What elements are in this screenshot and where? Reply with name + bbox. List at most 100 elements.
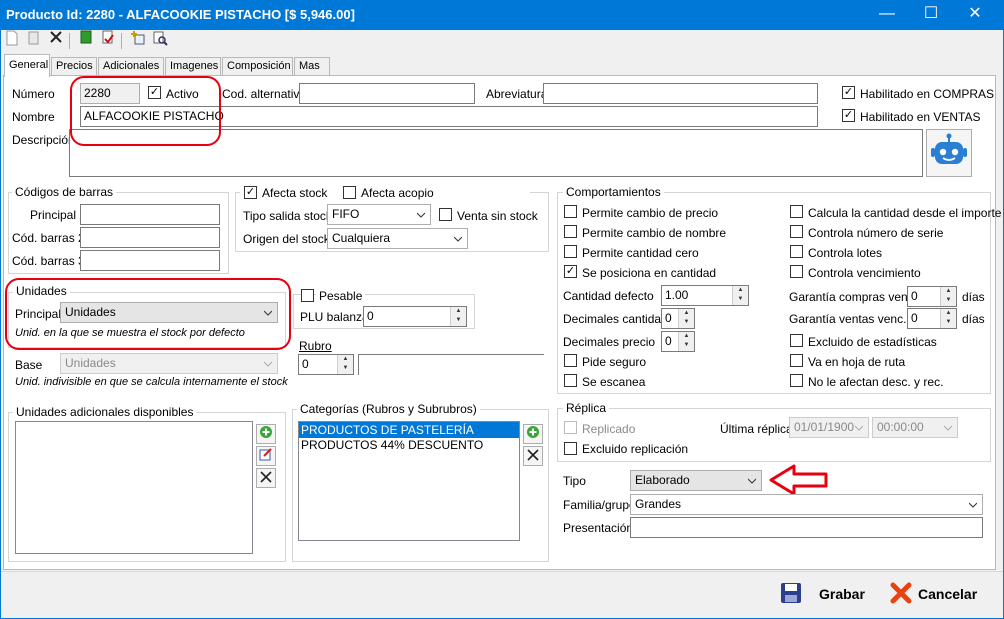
tab-imagenes[interactable]: Imagenes (165, 57, 221, 76)
excluido-estadisticas-checkbox[interactable] (790, 334, 803, 347)
plu-balanza-value: 0 (367, 309, 374, 323)
tab-precios[interactable]: Precios (51, 57, 97, 76)
permite-cantidad-cero-checkbox[interactable] (564, 245, 577, 258)
maximize-button[interactable]: ☐ (908, 0, 954, 30)
numero-field: 2280 (80, 83, 140, 104)
garantia-ventas-spinner[interactable]: 0 ▲ ▼ (907, 308, 957, 329)
permite-cantidad-cero-label: Permite cantidad cero (582, 246, 699, 260)
se-posiciona-cantidad-checkbox[interactable]: ✓ (564, 265, 577, 278)
codigo-barras-3-input[interactable] (80, 250, 220, 271)
hoja-ruta-checkbox[interactable] (790, 354, 803, 367)
tipo-value: Elaborado (635, 473, 690, 487)
habilitado-ventas-checkbox[interactable]: ✓ (842, 109, 855, 122)
unidades-adicionales-list[interactable] (15, 421, 253, 554)
spinner-arrows-icon[interactable]: ▲ ▼ (678, 309, 694, 328)
categoria-item[interactable]: PRODUCTOS 44% DESCUENTO (299, 438, 519, 452)
codigo-barras-2-input[interactable] (80, 227, 220, 248)
chevron-down-icon (264, 361, 272, 367)
rubro-spinner[interactable]: 0 ▲ ▼ (298, 354, 354, 375)
tab-adicionales[interactable]: Adicionales (98, 57, 164, 76)
close-icon: ✕ (968, 5, 982, 22)
spinner-arrows-icon[interactable]: ▲ ▼ (732, 286, 748, 305)
unidad-principal-select[interactable]: Unidades (60, 302, 278, 323)
edit-unidad-button[interactable] (256, 446, 276, 466)
add-item-icon (131, 31, 145, 45)
pide-seguro-checkbox[interactable] (564, 354, 577, 367)
minimize-button[interactable]: — (864, 0, 910, 30)
excluido-replicacion-checkbox[interactable] (564, 442, 577, 455)
add-icon (260, 426, 272, 438)
replicado-checkbox (564, 421, 577, 434)
add-categoria-button[interactable] (523, 424, 543, 444)
spinner-arrows-icon[interactable]: ▲ ▼ (337, 355, 353, 374)
plu-balanza-spinner[interactable]: 0 ▲ ▼ (363, 306, 467, 327)
cancelar-button[interactable]: Cancelar (886, 580, 990, 608)
presentacion-input[interactable] (630, 517, 983, 538)
categoria-item-selected[interactable]: PRODUCTOS DE PASTELERÍA (299, 422, 519, 438)
cod-alternativo-input[interactable] (299, 83, 475, 104)
permite-cambio-nombre-label: Permite cambio de nombre (582, 226, 727, 240)
venta-sin-stock-checkbox[interactable] (439, 208, 452, 221)
title-bar: Producto Id: 2280 - ALFACOOKIE PISTACHO … (0, 0, 1004, 30)
cantidad-defecto-spinner[interactable]: 1.00 ▲ ▼ (661, 285, 749, 306)
delete-categoria-button[interactable] (523, 446, 543, 466)
report-button[interactable] (98, 30, 118, 50)
edit-button[interactable] (24, 30, 44, 50)
permite-cambio-nombre-checkbox[interactable] (564, 225, 577, 238)
close-button[interactable]: ✕ (952, 0, 998, 30)
tab-general[interactable]: General (4, 54, 50, 77)
book-button[interactable] (76, 30, 96, 50)
afecta-acopio-checkbox[interactable] (343, 186, 356, 199)
familia-grupo-select[interactable]: Grandes (630, 494, 983, 515)
decimales-precio-spinner[interactable]: 0 ▲ ▼ (661, 331, 695, 352)
codigo-principal-input[interactable] (80, 204, 220, 225)
categorias-list[interactable]: PRODUCTOS DE PASTELERÍA PRODUCTOS 44% DE… (298, 421, 520, 541)
pesable-checkbox[interactable] (301, 289, 314, 302)
new-button[interactable] (2, 30, 22, 50)
tipo-salida-value: FIFO (332, 207, 360, 221)
ultima-replica-time-value: 00:00:00 (877, 420, 924, 434)
unidad-base-hint: Unid. indivisible en que se calcula inte… (15, 376, 288, 388)
descripcion-textarea[interactable] (69, 129, 923, 177)
add-unidad-button[interactable] (256, 424, 276, 444)
tab-composicion[interactable]: Composición (222, 57, 293, 76)
plu-balanza-label: PLU balanza (300, 310, 369, 324)
search-item-button[interactable] (150, 30, 170, 50)
nombre-input[interactable]: ALFACOOKIE PISTACHO (80, 106, 818, 127)
garantia-compras-spinner[interactable]: 0 ▲ ▼ (907, 286, 957, 307)
spinner-arrows-icon[interactable]: ▲ ▼ (940, 309, 956, 328)
tab-mas[interactable]: Mas (294, 57, 330, 76)
garantia-ventas-label: Garantía ventas venc. (789, 312, 907, 326)
grabar-button[interactable]: Grabar (776, 580, 876, 608)
spinner-arrows-icon[interactable]: ▲ ▼ (940, 287, 956, 306)
toolbar-separator (69, 33, 70, 49)
controla-vencimiento-checkbox[interactable] (790, 265, 803, 278)
excluido-replicacion-label: Excluido replicación (582, 442, 689, 456)
delete-button[interactable] (46, 30, 66, 50)
controla-lotes-checkbox[interactable] (790, 245, 803, 258)
decimales-cantidad-spinner[interactable]: 0 ▲ ▼ (661, 308, 695, 329)
habilitado-compras-checkbox[interactable]: ✓ (842, 86, 855, 99)
abreviatura-input[interactable] (543, 83, 818, 104)
add-item-button[interactable] (128, 30, 148, 50)
tipo-salida-select[interactable]: FIFO (327, 204, 431, 225)
spinner-arrows-icon[interactable]: ▲ ▼ (450, 307, 466, 326)
cancelar-label: Cancelar (918, 586, 978, 602)
rubro-link[interactable]: Rubro (299, 339, 332, 353)
new-document-icon (6, 30, 18, 46)
controla-serie-checkbox[interactable] (790, 225, 803, 238)
origen-stock-select[interactable]: Cualquiera (327, 228, 468, 249)
tipo-select[interactable]: Elaborado (630, 470, 762, 491)
no-afectan-desc-checkbox[interactable] (790, 374, 803, 387)
delete-unidad-button[interactable] (256, 468, 276, 488)
calcula-cantidad-checkbox[interactable] (790, 205, 803, 218)
activo-checkbox[interactable]: ✓ (148, 86, 161, 99)
afecta-stock-checkbox[interactable]: ✓ (244, 186, 257, 199)
permite-cambio-precio-checkbox[interactable] (564, 205, 577, 218)
cantidad-defecto-label: Cantidad defecto (563, 289, 654, 303)
se-escanea-checkbox[interactable] (564, 374, 577, 387)
codigo-barras-3-label: Cód. barras 3 (12, 254, 85, 268)
assistant-bot-button[interactable] (926, 129, 972, 177)
spinner-arrows-icon[interactable]: ▲ ▼ (678, 332, 694, 351)
afecta-stock-label: Afecta stock (262, 186, 328, 200)
